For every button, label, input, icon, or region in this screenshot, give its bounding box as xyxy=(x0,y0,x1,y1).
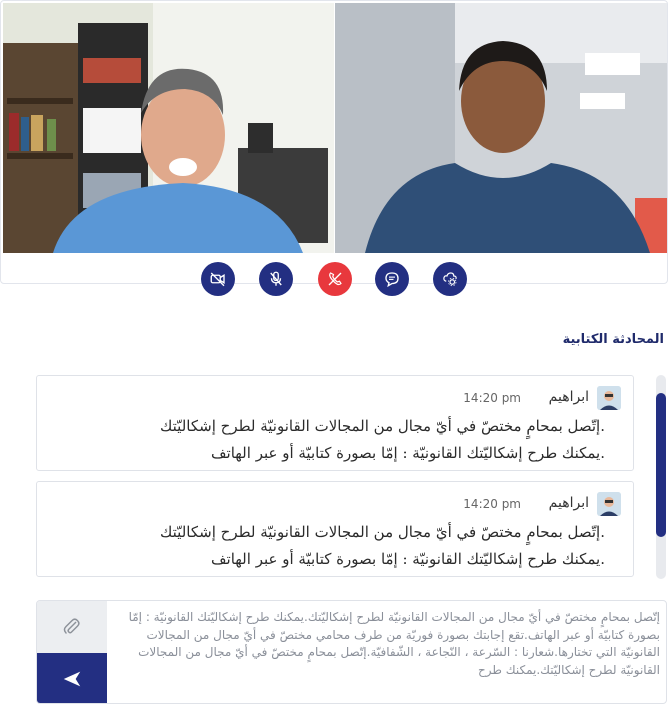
avatar xyxy=(597,492,621,516)
end-call-icon xyxy=(328,272,342,286)
chat-icon xyxy=(385,272,399,288)
settings-icon xyxy=(443,272,457,287)
end-call-button[interactable] xyxy=(318,262,352,296)
message-time: 14:20 pm xyxy=(463,391,521,405)
message-text-line: .إتّصل بمحامٍ مختصّ في أيّ مجال من المجا… xyxy=(160,417,605,435)
message-text-line: .يمكنك طرح إشكاليّتك القانونيّة : إمّا ب… xyxy=(211,550,605,568)
send-icon xyxy=(63,671,81,687)
camera-toggle-button[interactable] xyxy=(201,262,235,296)
video-call-panel xyxy=(0,0,668,284)
chat-message: ابراهيم 14:20 pm .إتّصل بمحامٍ مختصّ في … xyxy=(36,375,634,471)
message-sender: ابراهيم xyxy=(548,495,589,511)
send-button[interactable] xyxy=(37,653,107,703)
message-text-line: .إتّصل بمحامٍ مختصّ في أيّ مجال من المجا… xyxy=(160,523,605,541)
chat-title: المحادثة الكتابية xyxy=(562,332,664,347)
microphone-toggle-button[interactable] xyxy=(259,262,293,296)
camera-off-icon xyxy=(210,272,225,287)
video-tile-right xyxy=(335,3,667,253)
message-time: 14:20 pm xyxy=(463,497,521,511)
message-list: ابراهيم 14:20 pm .إتّصل بمحامٍ مختصّ في … xyxy=(36,372,654,582)
chat-message: ابراهيم 14:20 pm .إتّصل بمحامٍ مختصّ في … xyxy=(36,481,634,577)
call-controls xyxy=(0,262,668,298)
paperclip-icon xyxy=(63,618,80,634)
chat-toggle-button[interactable] xyxy=(375,262,409,296)
message-composer: إتّصل بمحامٍ مختصّ في أيّ مجال من المجال… xyxy=(36,600,667,704)
call-settings-button[interactable] xyxy=(433,262,467,296)
message-text-line: .يمكنك طرح إشكاليّتك القانونيّة : إمّا ب… xyxy=(211,444,605,462)
message-input[interactable]: إتّصل بمحامٍ مختصّ في أيّ مجال من المجال… xyxy=(115,609,660,701)
video-tile-left xyxy=(3,3,334,253)
mic-off-icon xyxy=(270,271,282,286)
message-sender: ابراهيم xyxy=(548,389,589,405)
avatar xyxy=(597,386,621,410)
scrollbar-thumb[interactable] xyxy=(656,393,666,537)
attach-button[interactable] xyxy=(37,601,107,653)
